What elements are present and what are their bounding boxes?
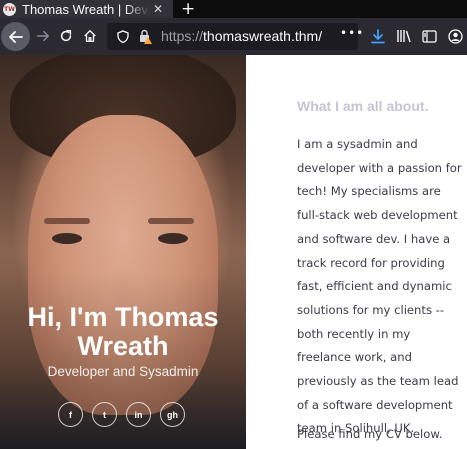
about-line: developer with a passion for xyxy=(297,160,462,175)
social-links: f t in gh xyxy=(58,402,194,427)
tab-thomas-wreath[interactable]: TW Thomas Wreath | Developer ✕ xyxy=(0,0,173,18)
sidebar-icon xyxy=(421,29,437,43)
account-button[interactable] xyxy=(446,27,464,45)
sidebar-button[interactable] xyxy=(420,27,438,45)
twitter-icon[interactable]: t xyxy=(92,402,117,427)
about-line: both recently in my xyxy=(297,326,411,341)
about-section: What I am all about. I am a sysadmin and… xyxy=(246,55,467,449)
hero-subtitle: Developer and Sysadmin xyxy=(47,364,199,379)
tab-strip: TW Thomas Wreath | Developer ✕ + xyxy=(0,0,467,19)
forward-button[interactable] xyxy=(34,27,52,45)
about-line: track record for providing xyxy=(297,255,445,270)
favicon-icon: TW xyxy=(3,2,16,16)
close-icon[interactable]: ✕ xyxy=(153,2,163,16)
reload-button[interactable] xyxy=(57,27,75,45)
page-actions-menu[interactable]: ••• xyxy=(340,26,364,40)
about-line: I am a sysadmin and xyxy=(297,137,418,151)
tab-title: Thomas Wreath | Developer xyxy=(22,1,150,17)
navigation-bar: https://thomaswreath.thm/ ••• xyxy=(0,18,467,55)
home-button[interactable] xyxy=(81,27,99,45)
download-icon xyxy=(371,28,385,43)
back-button[interactable] xyxy=(1,22,30,51)
library-icon xyxy=(397,30,411,43)
reload-icon xyxy=(60,30,72,42)
about-paragraph: I am a sysadmin and developer with a pas… xyxy=(297,133,465,441)
url-text[interactable]: https://thomaswreath.thm/ xyxy=(161,28,322,44)
linkedin-icon[interactable]: in xyxy=(126,402,151,427)
about-line: full-stack web development xyxy=(297,208,458,223)
home-icon xyxy=(84,30,96,42)
url-bar[interactable]: https://thomaswreath.thm/ ••• xyxy=(107,23,363,50)
about-line: solutions for my clients -- xyxy=(297,302,445,317)
account-icon xyxy=(447,28,463,44)
arrow-left-icon xyxy=(8,30,23,43)
github-icon[interactable]: gh xyxy=(160,402,185,427)
facebook-icon[interactable]: f xyxy=(58,402,83,427)
lock-warning-icon[interactable] xyxy=(138,29,152,44)
about-line: tech! My specialisms are xyxy=(297,184,441,199)
arrow-right-icon xyxy=(37,30,49,42)
hero-title: Hi, I'm Thomas Wreath xyxy=(27,302,219,361)
plus-icon[interactable]: + xyxy=(181,0,195,19)
about-line: and software dev. I have a xyxy=(297,231,451,246)
shield-icon[interactable] xyxy=(117,30,129,43)
about-heading: What I am all about. xyxy=(297,98,429,114)
url-protocol: https:// xyxy=(161,28,204,44)
url-host: thomaswreath.thm/ xyxy=(203,28,323,44)
about-line: fast, efficient and dynamic xyxy=(297,279,452,294)
library-button[interactable] xyxy=(395,27,413,45)
download-button[interactable] xyxy=(369,27,387,45)
about-line: previously as the team lead xyxy=(297,374,459,389)
cv-text: Please find my CV below. xyxy=(297,427,443,441)
about-line: freelance work, and xyxy=(297,350,412,365)
about-line: of a software development xyxy=(297,397,453,412)
hero-section: Hi, I'm Thomas Wreath Developer and Sysa… xyxy=(0,55,246,449)
photo-shade xyxy=(0,55,246,449)
